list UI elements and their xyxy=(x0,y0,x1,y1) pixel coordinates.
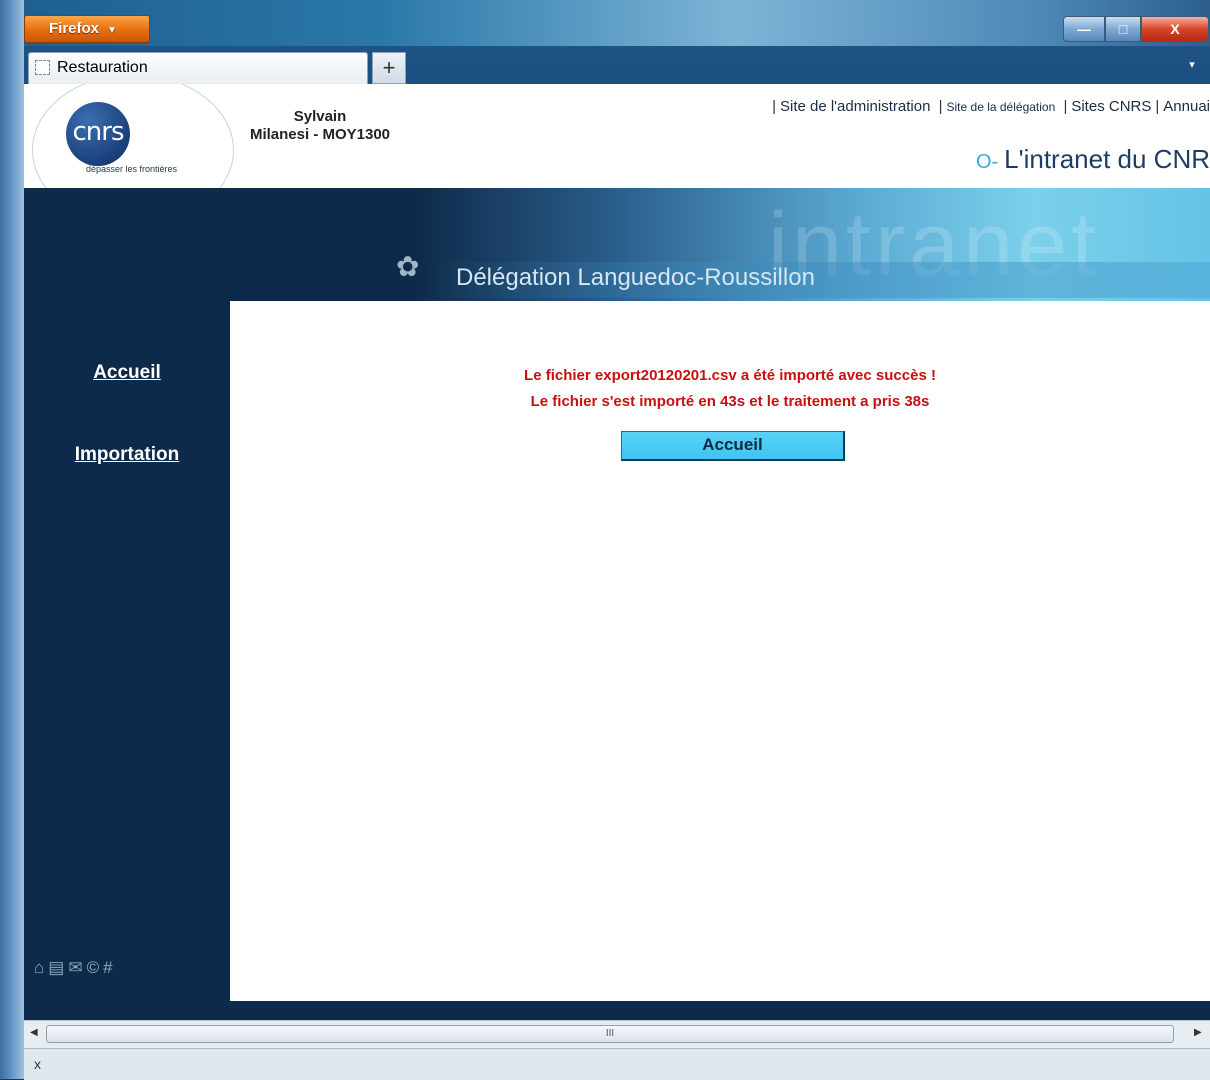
intranet-title: O- L'intranet du CNR xyxy=(976,144,1210,175)
status-bar: x xyxy=(24,1048,1210,1080)
close-icon: X xyxy=(1170,21,1180,37)
content-bottom-band xyxy=(24,1001,1210,1020)
sidebar-footer-icons: ⌂▤✉©# xyxy=(34,958,117,978)
minimize-button[interactable]: — xyxy=(1063,16,1105,42)
sidebar-item-importation[interactable]: Importation xyxy=(24,444,230,466)
user-last-name: Milanesi - MOY1300 xyxy=(249,126,391,143)
scrollbar-thumb[interactable]: III xyxy=(46,1025,1174,1043)
link-separator: | xyxy=(772,98,776,115)
home-icon[interactable]: ⌂ xyxy=(34,958,48,977)
sidebar: Accueil Importation ⌂▤✉©# xyxy=(24,301,230,1020)
user-info: Sylvain Milanesi - MOY1300 xyxy=(230,108,410,144)
accueil-button[interactable]: Accueil xyxy=(621,431,845,461)
user-first-name: Sylvain xyxy=(293,108,347,125)
scroll-right-icon[interactable]: ▶ xyxy=(1194,1027,1202,1038)
page-content: cnrs dépasser les frontières Sylvain Mil… xyxy=(24,84,1210,1020)
top-links: | Site de l'administration | Site de la dé… xyxy=(768,98,1210,115)
sidebar-item-accueil[interactable]: Accueil xyxy=(24,362,230,384)
logo-text: cnrs xyxy=(72,117,124,147)
link-sites-cnrs[interactable]: Sites CNRS xyxy=(1071,98,1151,115)
key-icon: O- xyxy=(975,151,999,173)
link-separator: | xyxy=(1063,98,1068,115)
tab-list-button[interactable]: ▾ xyxy=(1180,58,1204,78)
plus-icon: + xyxy=(382,55,396,80)
import-timing-message: Le fichier s'est importé en 43s et le tr… xyxy=(530,393,930,410)
link-site-delegation[interactable]: Site de la délégation xyxy=(947,100,1056,114)
printer-icon[interactable]: ▤ xyxy=(48,958,68,977)
maximize-button[interactable]: □ xyxy=(1105,16,1141,42)
close-button[interactable]: X xyxy=(1141,16,1209,42)
link-annuaire[interactable]: Annuai xyxy=(1163,98,1210,115)
scrollbar-grip: III xyxy=(605,1028,615,1039)
hash-icon[interactable]: # xyxy=(103,958,116,977)
link-site-administration[interactable]: Site de l'administration xyxy=(780,98,930,115)
new-tab-button[interactable]: + xyxy=(372,52,406,84)
maximize-icon: □ xyxy=(1118,21,1128,37)
map-region-icon: ✿ xyxy=(396,251,420,282)
window-left-border xyxy=(0,0,24,1079)
import-success-message: Le fichier export20120201.csv a été impo… xyxy=(524,367,936,384)
main-panel: Le fichier export20120201.csv a été impo… xyxy=(230,301,1210,1001)
chevron-down-icon: ▾ xyxy=(1189,59,1195,71)
cnrs-logo[interactable]: cnrs xyxy=(66,102,130,166)
logo-tagline: dépasser les frontières xyxy=(86,164,178,174)
page-favicon-icon xyxy=(35,60,50,75)
delegation-title: Délégation Languedoc-Roussillon xyxy=(456,264,815,291)
intranet-title-text: L'intranet du CNR xyxy=(1004,144,1210,174)
horizontal-scrollbar[interactable]: ◀ III ▶ xyxy=(24,1020,1210,1049)
chevron-down-icon: ▼ xyxy=(107,25,117,36)
link-separator: | xyxy=(938,98,943,115)
browser-tab[interactable]: Restauration xyxy=(28,52,368,84)
close-icon[interactable]: x xyxy=(34,1056,41,1072)
scroll-left-icon[interactable]: ◀ xyxy=(30,1027,38,1038)
tab-title: Restauration xyxy=(57,59,148,76)
window-titlebar xyxy=(24,0,1210,46)
minimize-icon: — xyxy=(1077,21,1091,37)
link-separator: | xyxy=(1155,98,1160,115)
firefox-menu-label: Firefox xyxy=(49,20,100,37)
firefox-menu-button[interactable]: Firefox ▼ xyxy=(24,15,150,43)
copyright-icon[interactable]: © xyxy=(87,958,104,977)
mail-icon[interactable]: ✉ xyxy=(68,958,86,977)
